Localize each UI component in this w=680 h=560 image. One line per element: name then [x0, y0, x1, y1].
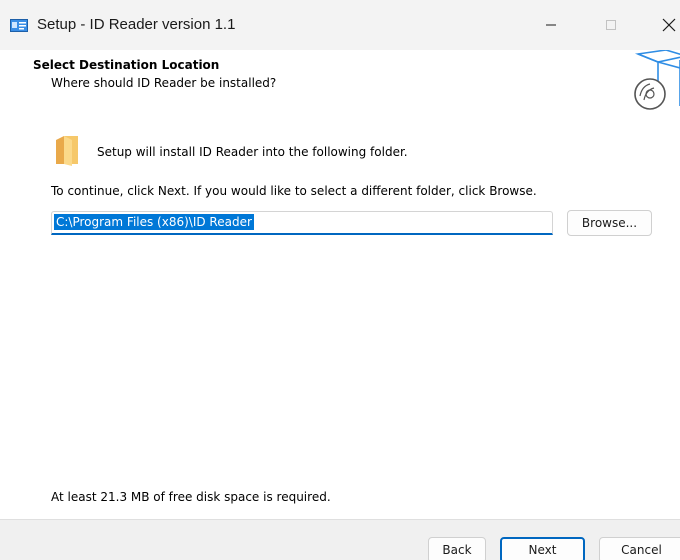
close-button[interactable]	[646, 0, 680, 50]
back-button[interactable]: Back	[428, 537, 486, 560]
wizard-header: Select Destination Location Where should…	[0, 50, 680, 110]
maximize-icon	[606, 20, 616, 30]
setup-window: Setup - ID Reader version 1.1 Select Des…	[0, 0, 680, 560]
disk-space-requirement: At least 21.3 MB of free disk space is r…	[51, 490, 331, 504]
title-bar[interactable]: Setup - ID Reader version 1.1	[0, 0, 680, 50]
browse-button[interactable]: Browse...	[567, 210, 652, 236]
minimize-icon	[546, 24, 556, 26]
destination-path-value: C:\Program Files (x86)\ID Reader	[54, 214, 254, 230]
page-title: Select Destination Location	[33, 58, 220, 72]
install-box-icon	[634, 50, 680, 110]
cancel-button[interactable]: Cancel	[599, 537, 680, 560]
install-folder-text: Setup will install ID Reader into the fo…	[97, 145, 408, 159]
window-title: Setup - ID Reader version 1.1	[37, 16, 236, 33]
app-icon	[10, 19, 28, 32]
page-subtitle: Where should ID Reader be installed?	[51, 76, 277, 90]
maximize-button[interactable]	[588, 0, 634, 50]
minimize-button[interactable]	[528, 0, 574, 50]
folder-icon	[56, 136, 78, 166]
destination-path-input[interactable]: C:\Program Files (x86)\ID Reader	[51, 211, 553, 235]
close-icon	[662, 18, 676, 32]
next-button[interactable]: Next	[500, 537, 585, 560]
continue-instructions: To continue, click Next. If you would li…	[51, 184, 537, 198]
